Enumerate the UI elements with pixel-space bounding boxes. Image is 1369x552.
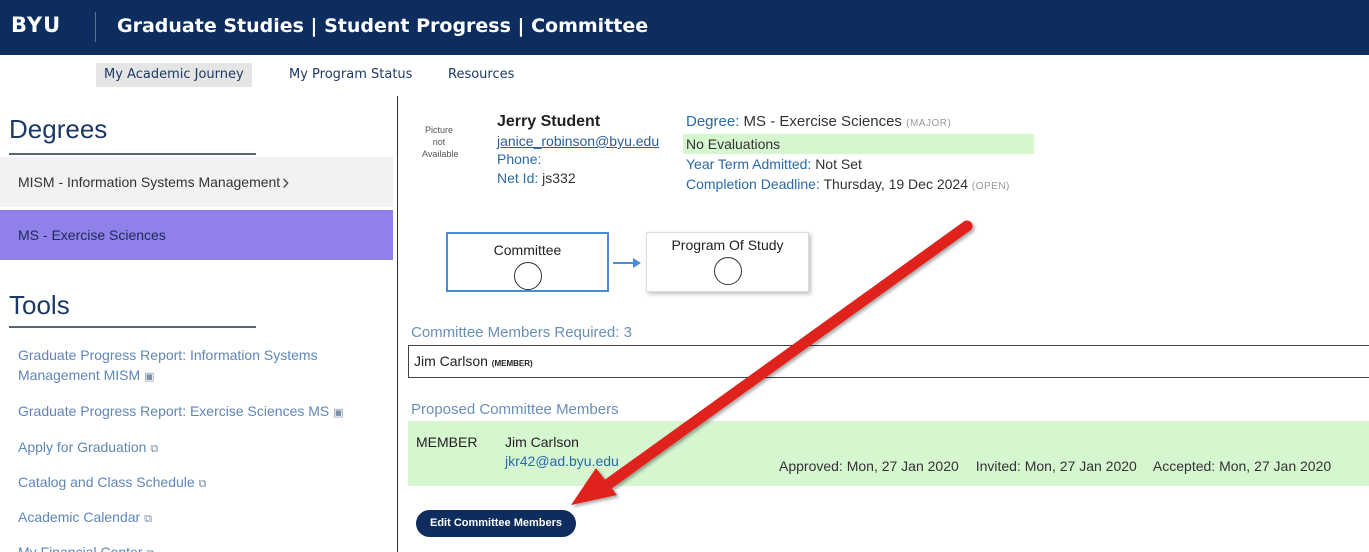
year-term-label: Year Term Admitted: [686, 156, 812, 172]
proposed-member-email[interactable]: jkr42@ad.byu.edu [505, 453, 619, 469]
deadline-status: (OPEN) [971, 181, 1010, 192]
degree-item-label: MS - Exercise Sciences [18, 227, 166, 243]
tools-rule [9, 326, 256, 328]
nav-resources[interactable]: Resources [440, 63, 522, 87]
step-arrow-icon [613, 258, 641, 268]
degree-type: (MAJOR) [906, 118, 952, 129]
pdf-icon: ▣ [333, 407, 344, 419]
external-link-icon: ⧉ [147, 544, 155, 552]
tool-link-progress-report-ms[interactable]: Graduate Progress Report: Exercise Scien… [18, 401, 368, 423]
degree-info: Degree: MS - Exercise Sciences (MAJOR) [686, 113, 951, 130]
tool-link-label: Graduate Progress Report: Information Sy… [18, 347, 318, 383]
nav-my-academic-journey[interactable]: My Academic Journey [96, 63, 252, 87]
committee-required-heading: Committee Members Required: 3 [411, 324, 632, 341]
member-role: (MEMBER) [491, 359, 533, 368]
degree-label: Degree: [686, 113, 740, 130]
tool-link-label: Apply for Graduation [18, 439, 147, 455]
step-program-of-study[interactable]: Program Of Study [646, 232, 809, 292]
external-link-icon: ⧉ [198, 478, 207, 490]
degrees-heading: Degrees [9, 114, 108, 144]
step-status-circle-icon [713, 257, 742, 285]
invited-date: Invited: Mon, 27 Jan 2020 [975, 458, 1137, 474]
tool-link-label: Graduate Progress Report: Exercise Scien… [18, 403, 330, 419]
tool-link-label: My Financial Center [18, 544, 143, 552]
student-phone: Phone: [497, 151, 542, 167]
degree-value: MS - Exercise Sciences [743, 113, 902, 130]
site-title[interactable]: Graduate Studies | Student Progress | Co… [117, 15, 648, 37]
committee-member-row: Jim Carlson (MEMBER) [408, 345, 1369, 378]
sidebar-divider [397, 96, 398, 552]
external-link-icon: ⧉ [150, 443, 159, 455]
tool-link-progress-report-mism[interactable]: Graduate Progress Report: Information Sy… [18, 345, 368, 387]
tool-link-label: Catalog and Class Schedule [18, 474, 195, 490]
proposed-member-row: MEMBER Jim Carlson jkr42@ad.byu.edu Appr… [408, 421, 1369, 486]
year-term-value: Not Set [815, 156, 862, 172]
edit-committee-members-button[interactable]: Edit Committee Members [416, 510, 576, 537]
student-email-link[interactable]: janice_robinson@byu.edu [497, 133, 659, 149]
external-link-icon: ⧉ [144, 513, 153, 525]
tool-link-label: Academic Calendar [18, 509, 141, 525]
nav-my-program-status[interactable]: My Program Status [281, 63, 420, 87]
degree-item-label: MISM - Information Systems Management [18, 174, 281, 190]
netid-value: js332 [542, 170, 576, 186]
proposed-member-name: Jim Carlson [505, 434, 579, 450]
member-name: Jim Carlson [414, 353, 488, 369]
header-divider [95, 12, 96, 42]
degree-item-mism[interactable]: MISM - Information Systems Management › [0, 157, 393, 207]
student-netid: Net Id: js332 [497, 170, 576, 186]
sub-nav: My Academic Journey My Program Status Re… [0, 55, 1369, 93]
byu-logo[interactable]: BYU [11, 13, 61, 37]
tool-link-academic-calendar[interactable]: Academic Calendar ⧉ [18, 507, 368, 529]
year-term-admitted: Year Term Admitted: Not Set [686, 156, 862, 172]
completion-deadline: Completion Deadline: Thursday, 19 Dec 20… [686, 176, 1010, 192]
tool-link-catalog[interactable]: Catalog and Class Schedule ⧉ [18, 472, 368, 494]
top-bar: BYU Graduate Studies | Student Progress … [0, 0, 1369, 55]
student-name: Jerry Student [497, 113, 601, 130]
step-label: Committee [493, 242, 562, 258]
evaluations-status: No Evaluations [683, 134, 1034, 154]
degrees-rule [9, 153, 256, 155]
deadline-value: Thursday, 19 Dec 2024 [823, 176, 969, 192]
sidebar: Degrees MISM - Information Systems Manag… [0, 96, 395, 552]
step-label: Program Of Study [671, 237, 784, 253]
profile-picture-placeholder: Picture not Available [422, 125, 459, 159]
step-committee[interactable]: Committee [446, 232, 609, 292]
proposed-member-role: MEMBER [416, 434, 478, 450]
tools-heading: Tools [9, 290, 70, 320]
tool-link-financial-center[interactable]: My Financial Center ⧉ [18, 542, 368, 552]
degree-item-exercise-sciences[interactable]: MS - Exercise Sciences [0, 210, 393, 260]
chevron-right-icon: › [282, 169, 290, 194]
tool-link-apply-graduation[interactable]: Apply for Graduation ⧉ [18, 437, 368, 459]
pdf-icon: ▣ [144, 371, 155, 383]
netid-label: Net Id: [497, 170, 539, 186]
proposed-member-dates: Approved: Mon, 27 Jan 2020 Invited: Mon,… [779, 458, 1331, 474]
accepted-date: Accepted: Mon, 27 Jan 2020 [1152, 458, 1332, 474]
step-status-circle-icon [513, 262, 542, 290]
deadline-label: Completion Deadline: [686, 176, 820, 192]
approved-date: Approved: Mon, 27 Jan 2020 [779, 458, 959, 474]
proposed-members-heading: Proposed Committee Members [411, 401, 619, 418]
